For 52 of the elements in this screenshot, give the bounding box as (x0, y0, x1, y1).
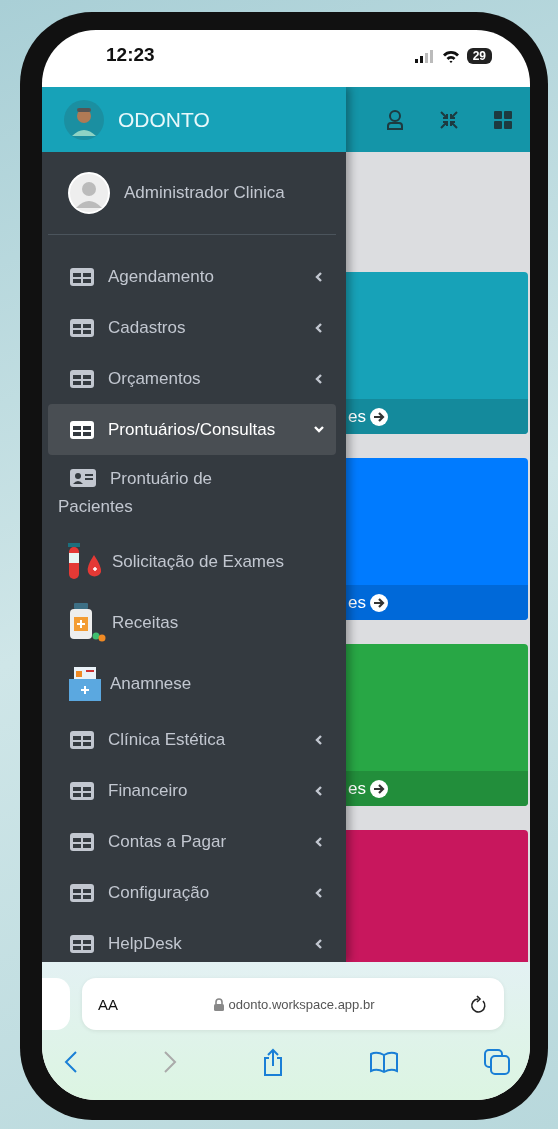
forward-icon[interactable] (163, 1050, 177, 1074)
menu-item[interactable]: Agendamento (48, 251, 336, 302)
card-link[interactable]: es (348, 778, 366, 799)
lock-icon (213, 997, 224, 1011)
arrow-circle-icon[interactable] (369, 779, 388, 798)
brand-name: ODONTO (118, 107, 210, 132)
doctor-avatar-icon (64, 99, 104, 140)
text-size-button[interactable]: AA (98, 995, 118, 1013)
menu-item[interactable]: Configuração (48, 867, 336, 918)
signal-icon (414, 49, 435, 63)
arrow-circle-icon[interactable] (369, 407, 388, 426)
menu-item[interactable]: Anamnese (48, 653, 336, 714)
grid-icon[interactable] (494, 110, 512, 129)
user-name: Administrador Clinica (124, 183, 285, 203)
share-icon[interactable] (262, 1048, 284, 1076)
card-link[interactable]: es (348, 592, 366, 613)
table-icon (70, 730, 94, 749)
table-icon (70, 267, 94, 286)
menu-item[interactable]: Solicitação de Exames (48, 531, 336, 592)
status-time: 12:23 (106, 44, 155, 66)
medical-folder-icon (66, 664, 104, 703)
reload-icon[interactable] (470, 994, 488, 1014)
menu-item[interactable]: Cadastros (48, 302, 336, 353)
url-text: odonto.workspace.app.br (228, 996, 375, 1012)
menu-item[interactable]: Clínica Estética (48, 714, 336, 765)
battery-level: 29 (466, 48, 492, 64)
address-bar[interactable]: AA odonto.workspace.app.br (82, 978, 504, 1030)
tabs-icon[interactable] (484, 1049, 510, 1075)
wifi-icon (441, 49, 460, 63)
menu-item[interactable]: Receitas (48, 592, 336, 653)
id-card-icon (70, 469, 96, 487)
menu-item[interactable]: Contas a Pagar (48, 816, 336, 867)
menu-item[interactable]: Prontuário de Pacientes (48, 455, 336, 531)
table-icon (70, 369, 94, 388)
menu-item[interactable]: Financeiro (48, 765, 336, 816)
book-icon[interactable] (369, 1051, 399, 1073)
table-icon (70, 420, 94, 439)
menu-item[interactable]: Orçamentos (48, 353, 336, 404)
user-avatar-icon (68, 172, 110, 214)
menu-item[interactable]: Prontuários/Consultas (48, 404, 336, 455)
table-icon (70, 318, 94, 337)
table-icon (70, 883, 94, 902)
card-link[interactable]: es (348, 406, 366, 427)
arrow-circle-icon[interactable] (369, 593, 388, 612)
tab-field[interactable] (42, 978, 70, 1030)
back-icon[interactable] (64, 1050, 78, 1074)
menu-item[interactable]: HelpDesk (48, 918, 336, 962)
table-icon (70, 781, 94, 800)
table-icon (70, 934, 94, 953)
compress-icon[interactable] (440, 110, 458, 129)
table-icon (70, 832, 94, 851)
user-icon[interactable] (386, 109, 404, 130)
